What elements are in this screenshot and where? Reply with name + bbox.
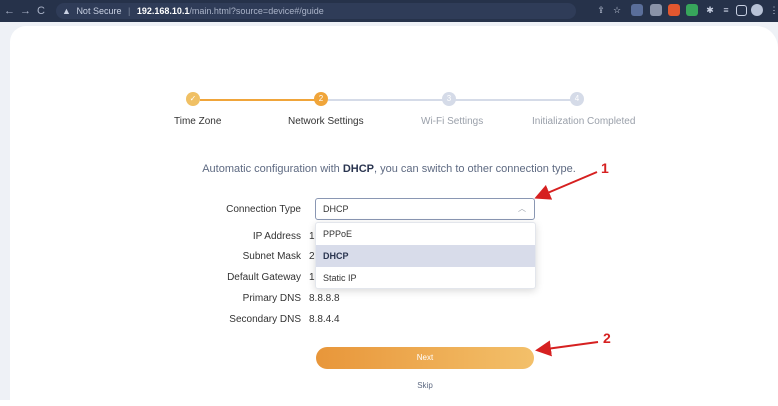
annotation-marker-1: 1 bbox=[601, 160, 609, 176]
annotation-arrow-1 bbox=[534, 171, 598, 200]
annotation-arrows bbox=[534, 171, 599, 357]
annotation-arrow-2 bbox=[535, 340, 599, 357]
annotation-marker-2: 2 bbox=[603, 330, 611, 346]
